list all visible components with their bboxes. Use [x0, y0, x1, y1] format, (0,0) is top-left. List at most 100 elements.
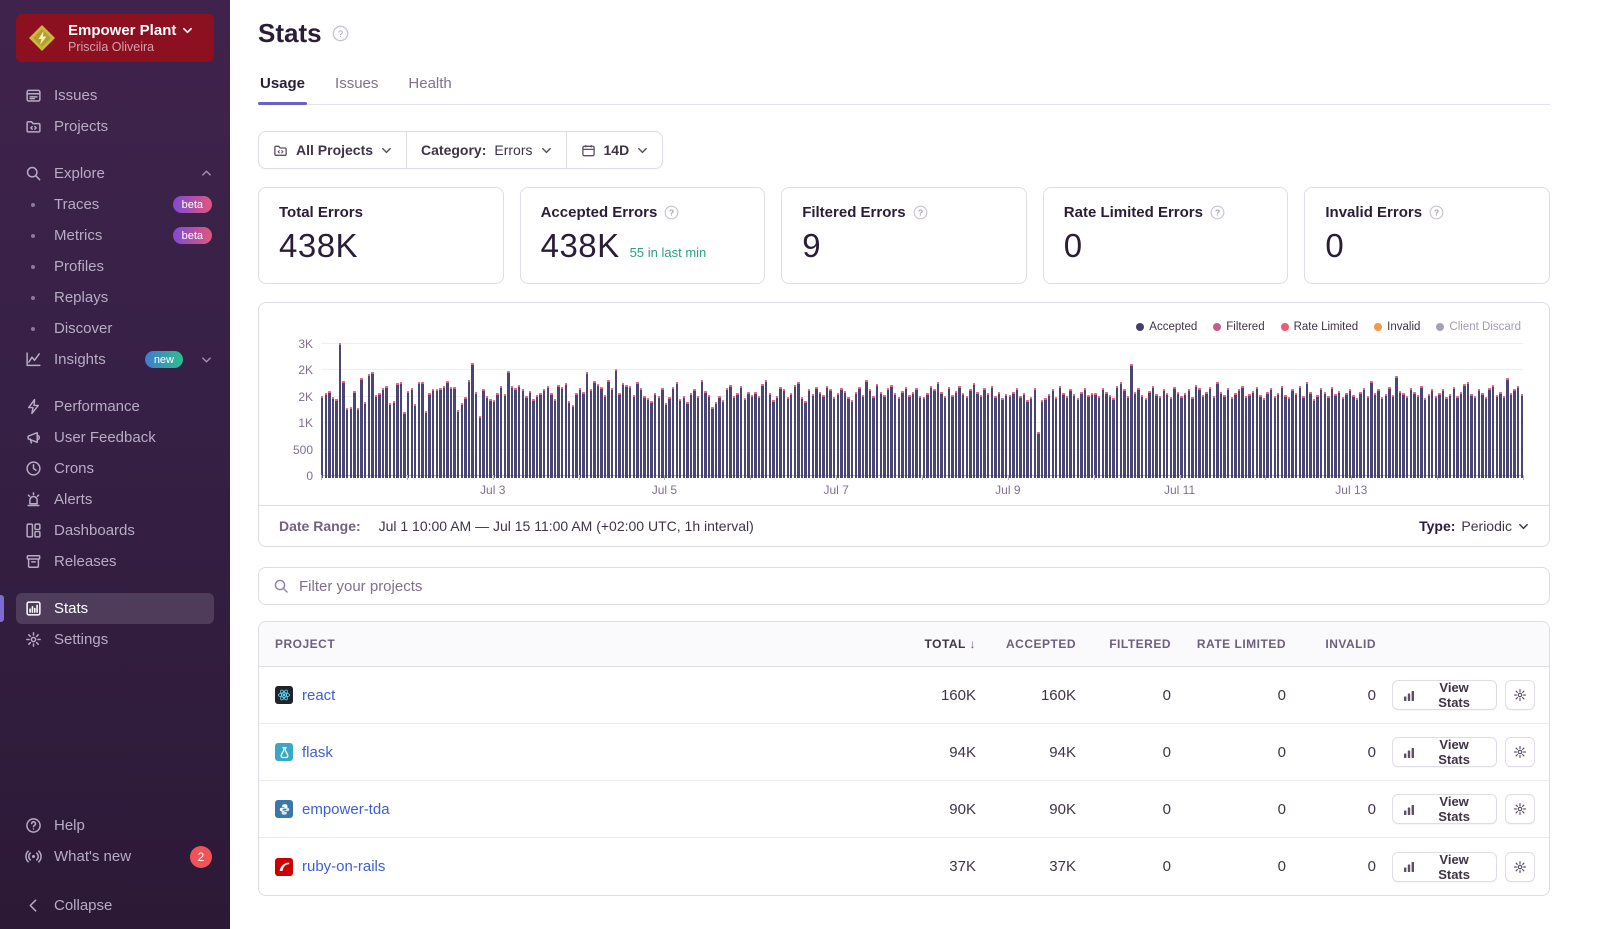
chart-bar[interactable] [1234, 393, 1236, 479]
project-link[interactable]: flask [302, 744, 333, 761]
chart-bar[interactable] [1213, 396, 1215, 478]
chart-bar[interactable] [715, 402, 717, 478]
chart-bar[interactable] [475, 392, 477, 479]
chart-bar[interactable] [640, 388, 642, 478]
chart-bar[interactable] [1313, 399, 1315, 478]
chart-bar[interactable] [607, 380, 609, 478]
sidebar-item-projects[interactable]: Projects [0, 111, 230, 142]
chart-bar[interactable] [744, 398, 746, 478]
chart-bar[interactable] [851, 400, 853, 478]
chart-bar[interactable] [1202, 395, 1204, 478]
chart-bar[interactable] [1048, 394, 1050, 478]
help-icon[interactable]: ? [913, 205, 928, 220]
project-filter-dropdown[interactable]: All Projects [259, 132, 406, 168]
chart-bar[interactable] [708, 395, 710, 478]
sidebar-item-crons[interactable]: Crons [0, 453, 230, 484]
chart-bar[interactable] [1288, 397, 1290, 478]
chart-bar[interactable] [332, 397, 334, 478]
chart-bar[interactable] [547, 386, 549, 478]
chart-bar[interactable] [837, 393, 839, 479]
chart-bar[interactable] [611, 388, 613, 478]
chart-bar[interactable] [1127, 396, 1129, 478]
chart-bar[interactable] [357, 408, 359, 478]
chart-bar[interactable] [1184, 393, 1186, 479]
chart-bar[interactable] [328, 391, 330, 478]
chart-bar[interactable] [933, 389, 935, 478]
chart-bar[interactable] [453, 387, 455, 478]
chart-bar[interactable] [647, 398, 649, 478]
chart-bar[interactable] [407, 391, 409, 478]
chart-bar[interactable] [1123, 389, 1125, 478]
chart-bar[interactable] [604, 395, 606, 478]
chart-bar[interactable] [1044, 398, 1046, 478]
tab-issues[interactable]: Issues [333, 75, 380, 104]
page-help-icon[interactable]: ? [332, 25, 349, 42]
chart-bar[interactable] [812, 394, 814, 478]
sidebar-item-replays[interactable]: Replays [0, 282, 230, 313]
chart-bar[interactable] [360, 378, 362, 478]
chart-bar[interactable] [1492, 385, 1494, 478]
view-stats-button[interactable]: View Stats [1392, 852, 1497, 882]
chart-bar[interactable] [1026, 400, 1028, 478]
chart-bar[interactable] [783, 389, 785, 478]
chart-bar[interactable] [428, 393, 430, 479]
chart-bar[interactable] [962, 393, 964, 479]
chart-bar[interactable] [446, 381, 448, 478]
chart-bar[interactable] [1488, 388, 1490, 478]
chart-bar[interactable] [1385, 394, 1387, 478]
chart-bar[interactable] [883, 395, 885, 478]
chart-bar[interactable] [1112, 398, 1114, 478]
chart-bar[interactable] [633, 395, 635, 478]
legend-item-rate-limited[interactable]: Rate Limited [1281, 321, 1359, 333]
chart-bar[interactable] [1410, 388, 1412, 478]
chart-bar[interactable] [819, 392, 821, 479]
chart-bar[interactable] [1166, 393, 1168, 479]
chart-bar[interactable] [1370, 381, 1372, 478]
chart-bar[interactable] [672, 387, 674, 478]
chart-bar[interactable] [468, 380, 470, 478]
chart-bar[interactable] [1496, 395, 1498, 478]
chart-bar[interactable] [1195, 385, 1197, 478]
chart-bar[interactable] [1231, 397, 1233, 478]
chart-bars[interactable] [321, 343, 1523, 474]
chart-bar[interactable] [1120, 382, 1122, 478]
chart-bar[interactable] [973, 383, 975, 478]
chart-bar[interactable] [1449, 394, 1451, 478]
sort-desc-icon[interactable]: ↓ [970, 637, 977, 651]
chart-bar[interactable] [987, 393, 989, 479]
chart-bar[interactable] [665, 403, 667, 478]
chart-bar[interactable] [371, 372, 373, 479]
chart-bar[interactable] [991, 386, 993, 478]
chart-bar[interactable] [1019, 396, 1021, 478]
chart-bar[interactable] [1453, 387, 1455, 478]
chart-bar[interactable] [1374, 393, 1376, 479]
chart-bar[interactable] [554, 399, 556, 478]
chart-bar[interactable] [522, 389, 524, 478]
chart-bar[interactable] [679, 399, 681, 478]
chart-bar[interactable] [457, 410, 459, 479]
column-header-rate-limited[interactable]: RATE LIMITED [1179, 637, 1294, 651]
chart-bar[interactable] [758, 396, 760, 478]
chart-bar[interactable] [1256, 387, 1258, 478]
chart-bar[interactable] [801, 397, 803, 478]
chart-bar[interactable] [622, 383, 624, 479]
chart-bar[interactable] [733, 396, 735, 478]
project-settings-button[interactable] [1505, 794, 1535, 824]
chart-bar[interactable] [1342, 397, 1344, 478]
sidebar-item-alerts[interactable]: Alerts [0, 484, 230, 515]
chart-bar[interactable] [1327, 396, 1329, 478]
chart-bar[interactable] [905, 387, 907, 478]
chart-bar[interactable] [1299, 386, 1301, 478]
chart-bar[interactable] [378, 393, 380, 479]
project-link[interactable]: react [302, 687, 335, 704]
help-icon[interactable]: ? [1429, 205, 1444, 220]
chart-bar[interactable] [1381, 397, 1383, 478]
chart-bar[interactable] [1073, 394, 1075, 478]
chart-bar[interactable] [482, 389, 484, 478]
column-header-total[interactable]: TOTAL ↓ [879, 637, 984, 651]
chart-bar[interactable] [525, 396, 527, 478]
chart-bar[interactable] [1463, 384, 1465, 478]
chart-bar[interactable] [425, 411, 427, 479]
chart-bar[interactable] [1367, 396, 1369, 478]
sidebar-item-profiles[interactable]: Profiles [0, 251, 230, 282]
